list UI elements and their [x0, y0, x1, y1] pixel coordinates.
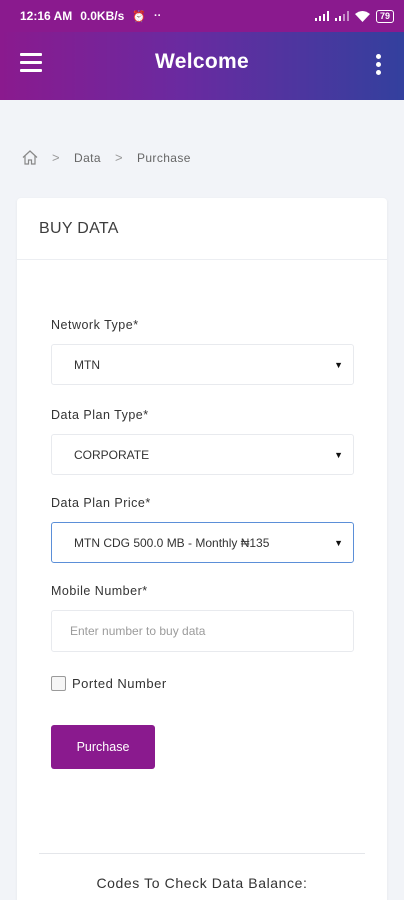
- breadcrumb: > Data > Purchase: [22, 150, 191, 165]
- network-type-value: MTN: [74, 357, 100, 372]
- ported-number-checkbox[interactable]: [51, 676, 66, 691]
- mobile-number-input[interactable]: [51, 610, 354, 652]
- breadcrumb-item-purchase: Purchase: [136, 150, 191, 165]
- plan-type-select[interactable]: CORPORATE ▼: [51, 434, 354, 475]
- wifi-icon: [354, 10, 370, 22]
- buy-data-form: Network Type* MTN ▼ Data Plan Type* CORP…: [51, 318, 354, 769]
- codes-title: Codes To Check Data Balance:: [96, 875, 308, 891]
- more-notifications-icon: ··: [153, 10, 162, 22]
- app-bar: Welcome: [0, 32, 404, 100]
- dropdown-caret-icon: ▼: [334, 537, 343, 548]
- network-type-label: Network Type*: [51, 318, 139, 332]
- alarm-icon: ⏰: [132, 10, 146, 23]
- home-icon[interactable]: [22, 150, 38, 165]
- ported-number-row: Ported Number: [51, 676, 354, 691]
- plan-price-select[interactable]: MTN CDG 500.0 MB - Monthly ₦135 ▼: [51, 522, 354, 563]
- dropdown-caret-icon: ▼: [334, 449, 343, 460]
- card-title: BUY DATA: [17, 198, 387, 260]
- breadcrumb-item-data[interactable]: Data: [74, 151, 101, 165]
- plan-type-label: Data Plan Type*: [51, 408, 149, 422]
- hamburger-menu-icon[interactable]: [20, 53, 42, 73]
- more-options-icon[interactable]: [376, 54, 382, 76]
- plan-type-value: CORPORATE: [74, 447, 150, 462]
- divider: [39, 853, 365, 854]
- plan-price-value: MTN CDG 500.0 MB - Monthly ₦135: [74, 535, 270, 550]
- purchase-button[interactable]: Purchase: [51, 725, 155, 769]
- breadcrumb-separator: >: [114, 150, 123, 165]
- status-time: 12:16 AM: [20, 9, 73, 23]
- mobile-number-label: Mobile Number*: [51, 584, 148, 598]
- buy-data-card: BUY DATA Network Type* MTN ▼ Data Plan T…: [17, 198, 387, 900]
- battery-icon: 79: [375, 9, 394, 23]
- signal-icon: [314, 11, 329, 21]
- dropdown-caret-icon: ▼: [334, 359, 343, 370]
- breadcrumb-separator: >: [52, 150, 60, 165]
- signal-icon-2: [334, 11, 349, 21]
- status-bar: 12:16 AM 0.0KB/s ⏰ ·· 79: [0, 0, 404, 32]
- plan-price-label: Data Plan Price*: [51, 496, 151, 510]
- page-title: Welcome: [155, 50, 249, 73]
- network-type-select[interactable]: MTN ▼: [51, 344, 354, 385]
- ported-number-label: Ported Number: [72, 676, 167, 691]
- status-speed: 0.0KB/s: [80, 9, 125, 23]
